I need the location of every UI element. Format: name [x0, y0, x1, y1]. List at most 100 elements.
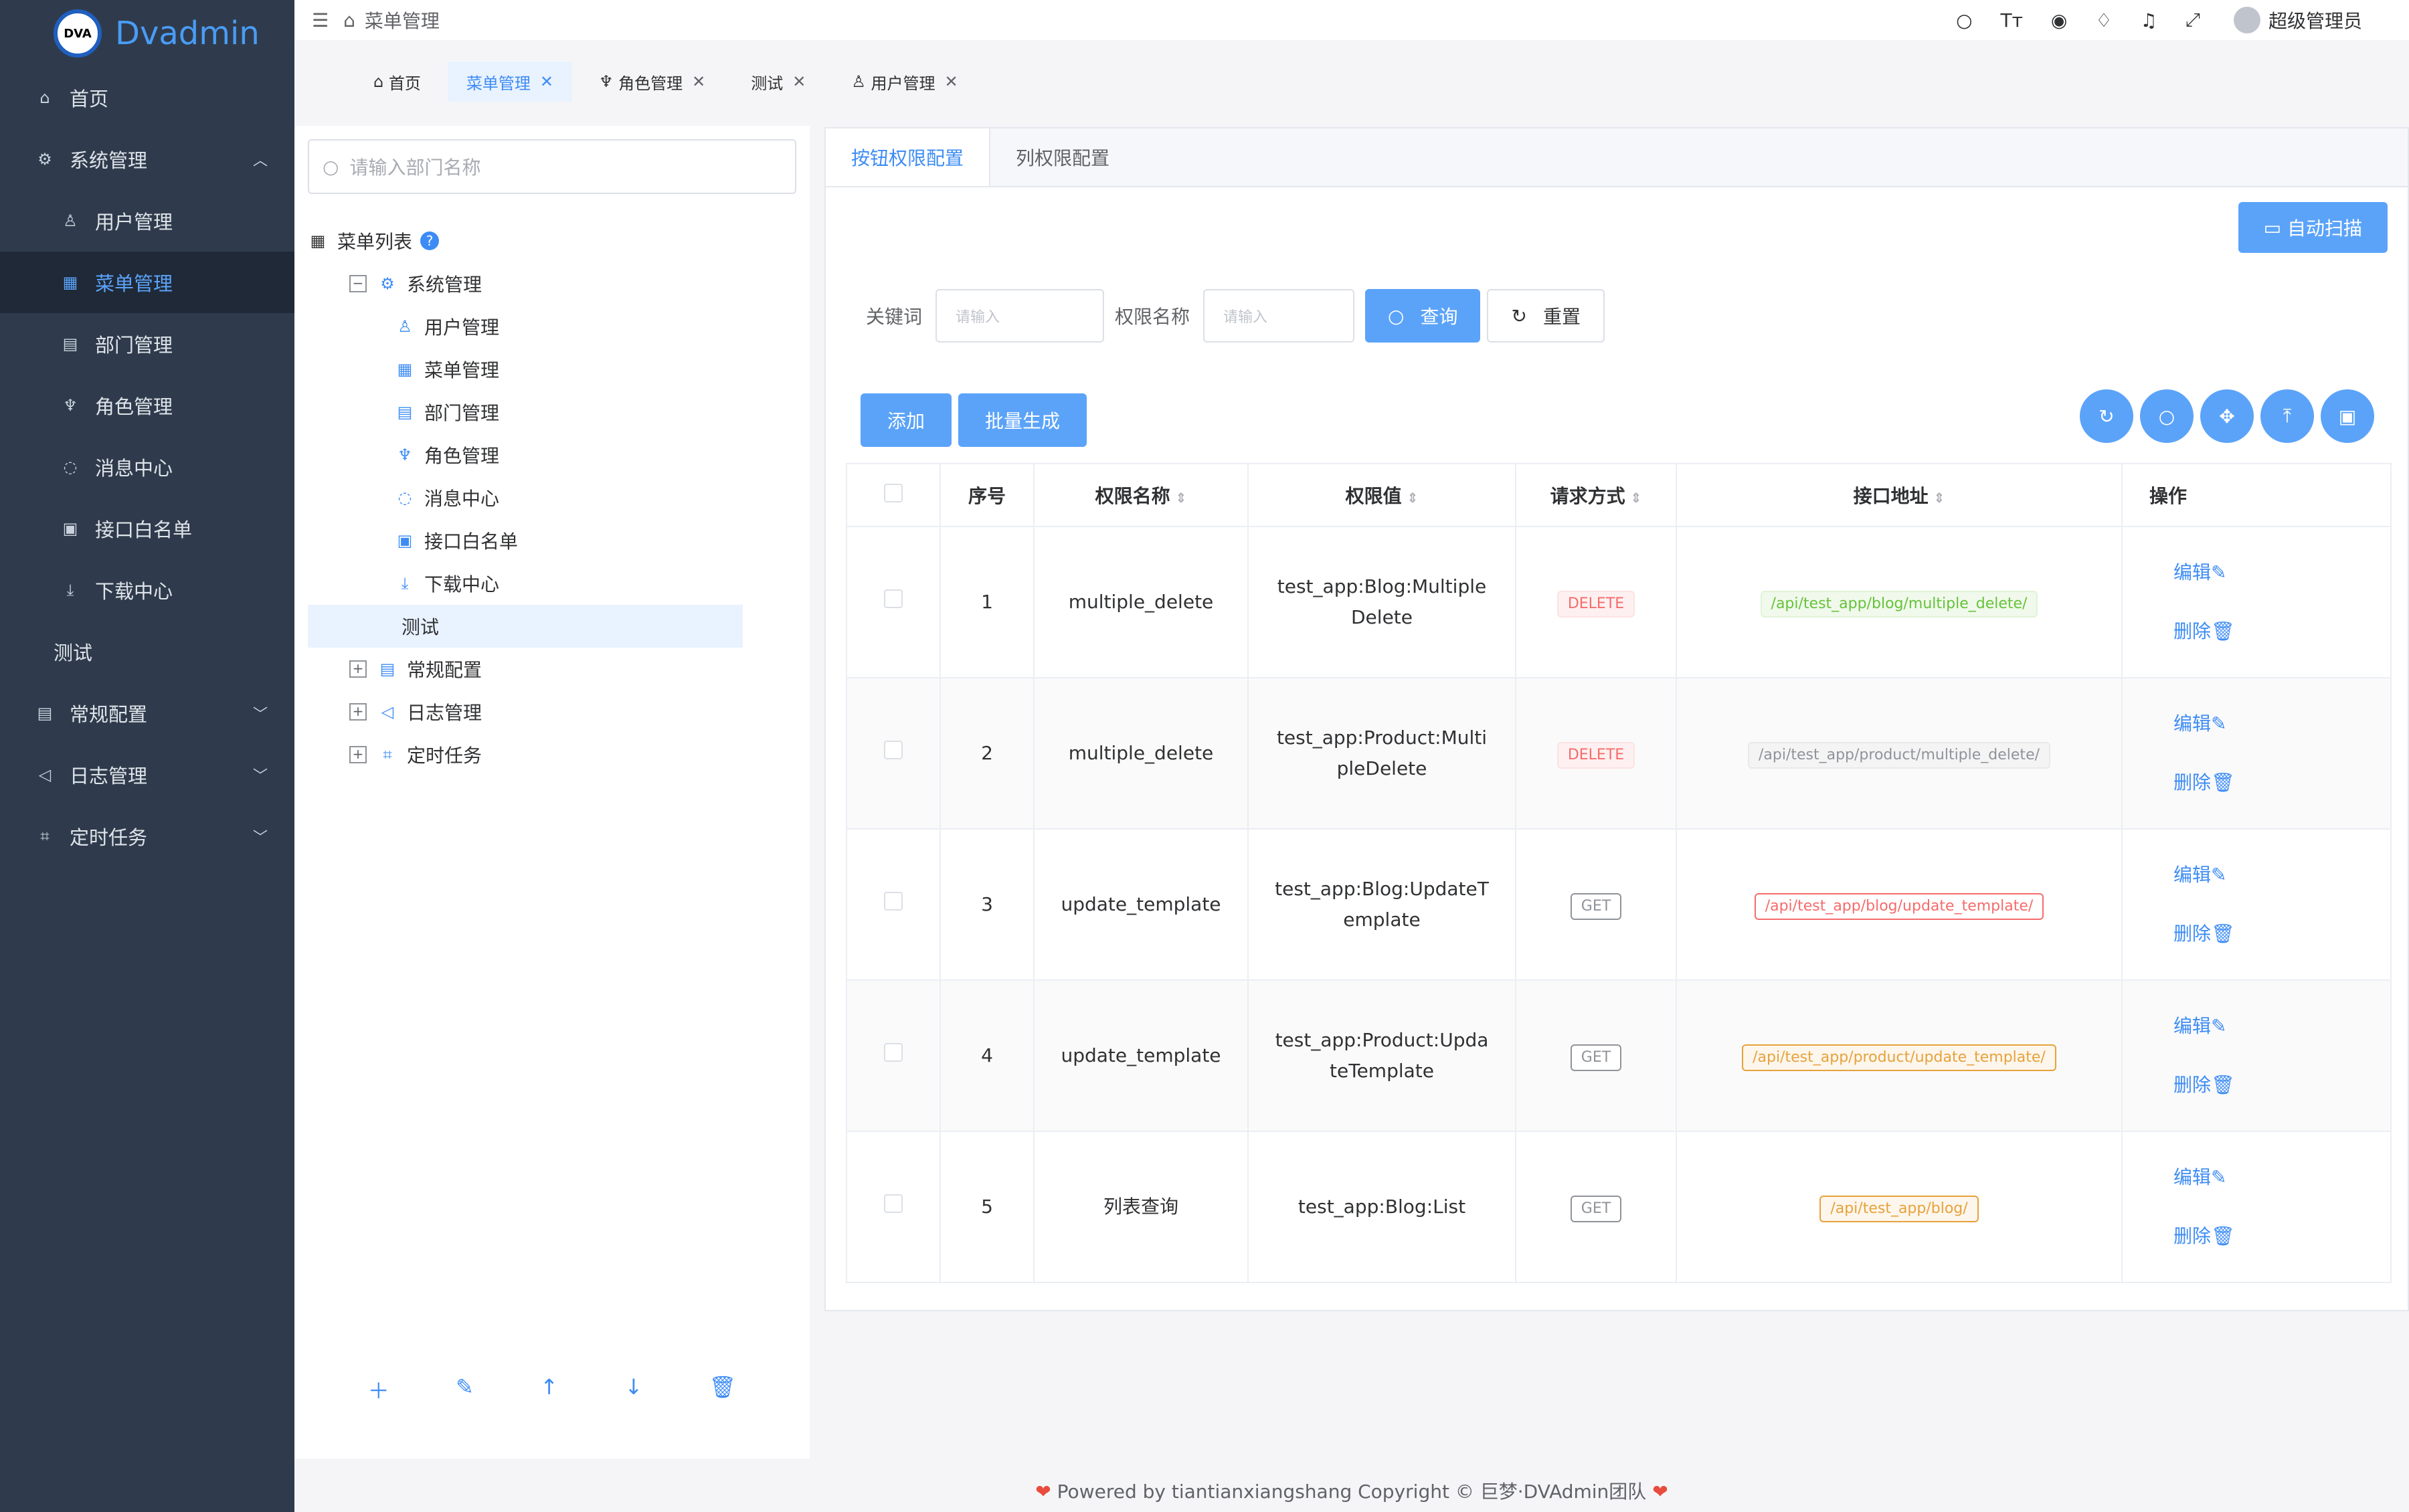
tree-node[interactable]: + ◁ 日志管理 [308, 690, 790, 733]
collapse-icon[interactable]: − [349, 275, 367, 292]
language-icon[interactable]: ◉ [2051, 9, 2067, 31]
tree-search-input[interactable]: ○ 请输入部门名称 [308, 139, 796, 194]
sort-icon[interactable]: ⇕ [1407, 490, 1419, 506]
tree-root[interactable]: ▦ 菜单列表? [308, 219, 790, 262]
reset-button[interactable]: ↻ 重置 [1487, 289, 1605, 343]
edit-link[interactable]: 编辑 ✎ [2173, 997, 2226, 1056]
hamburger-icon[interactable]: ☰ [312, 9, 329, 31]
tree-node[interactable]: + ⌗ 定时任务 [308, 733, 790, 776]
close-icon[interactable]: ✕ [692, 72, 705, 91]
edit-link[interactable]: 编辑 ✎ [2173, 543, 2226, 602]
table-row: 2 multiple_delete test_app:Product:Multi… [846, 677, 2392, 830]
tab-button-permission[interactable]: 按钮权限配置 [826, 128, 991, 186]
row-checkbox[interactable] [884, 1194, 903, 1213]
sort-icon[interactable]: ⇕ [1176, 490, 1187, 506]
delete-link[interactable]: 删除 🗑 [2173, 905, 2235, 963]
edit-link[interactable]: 编辑 ✎ [2173, 1148, 2226, 1207]
tree-node[interactable]: − ⚙ 系统管理 [308, 262, 790, 305]
sidebar-item-home[interactable]: ⌂ 首页 [0, 67, 294, 128]
close-icon[interactable]: ✕ [540, 72, 553, 91]
auto-scan-button[interactable]: ▭ 自动扫描 [2238, 202, 2388, 253]
delete-link[interactable]: 删除 🗑 [2173, 1207, 2235, 1266]
sidebar-item-logs[interactable]: ◁ 日志管理 ﹀ [0, 744, 294, 806]
keyword-input[interactable]: 请输入 [935, 289, 1105, 343]
tab-roles[interactable]: ♆ 角色管理 ✕ [580, 62, 724, 102]
row-checkbox[interactable] [884, 1043, 903, 1062]
column-header[interactable]: 接口地址 ⇕ [1676, 463, 2123, 527]
column-header[interactable]: 权限值 ⇕ [1247, 463, 1516, 527]
tab-label: 菜单管理 [466, 74, 531, 93]
breadcrumb[interactable]: 菜单管理 [365, 7, 440, 33]
tree-node[interactable]: ◌ 消息中心 [308, 476, 790, 519]
user-name[interactable]: 超级管理员 [2268, 7, 2362, 33]
tab-users[interactable]: ♙ 用户管理 ✕ [832, 62, 976, 102]
move-down-icon[interactable]: ↓ [624, 1374, 642, 1405]
tab-column-permission[interactable]: 列权限配置 [990, 128, 1135, 186]
sidebar-item-users[interactable]: ♙ 用户管理 [0, 190, 294, 252]
sidebar-item-menus[interactable]: ▦ 菜单管理 [0, 252, 294, 313]
refresh-icon[interactable]: ↻ [2080, 389, 2133, 443]
tree-node[interactable]: ♙ 用户管理 [308, 305, 790, 348]
tab-menus[interactable]: 菜单管理 ✕ [447, 62, 572, 102]
user-icon: ♙ [851, 72, 871, 91]
expand-icon[interactable]: + [349, 703, 367, 721]
export-icon[interactable]: ⤒ [2260, 389, 2314, 443]
close-icon[interactable]: ✕ [792, 72, 806, 91]
sidebar-item-messages[interactable]: ◌ 消息中心 [0, 436, 294, 498]
delete-link[interactable]: 删除 🗑 [2173, 753, 2235, 812]
row-select-cell [846, 1131, 941, 1283]
delete-link[interactable]: 删除 🗑 [2173, 1056, 2235, 1115]
sidebar-item-config[interactable]: ▤ 常规配置 ﹀ [0, 682, 294, 744]
help-icon[interactable]: ? [420, 231, 440, 250]
font-size-icon[interactable]: Tт [2001, 9, 2023, 31]
query-button[interactable]: ○ 查询 [1365, 289, 1481, 343]
permission-name-input[interactable]: 请输入 [1203, 289, 1355, 343]
edit-link[interactable]: 编辑 ✎ [2173, 846, 2226, 905]
save-icon[interactable]: ▣ [2321, 389, 2374, 443]
move-icon[interactable]: ✥ [2200, 389, 2254, 443]
edit-link[interactable]: 编辑 ✎ [2173, 694, 2226, 753]
column-header[interactable]: 请求方式 ⇕ [1515, 463, 1677, 527]
expand-icon[interactable]: + [349, 660, 367, 678]
theme-icon[interactable]: ♢ [2095, 9, 2112, 31]
tree-node-selected[interactable]: 测试 [308, 605, 743, 648]
sidebar-item-whitelist[interactable]: ▣ 接口白名单 [0, 498, 294, 559]
tab-test[interactable]: 测试 ✕ [732, 62, 824, 102]
delete-link[interactable]: 删除 🗑 [2173, 602, 2235, 661]
search-icon[interactable]: ○ [1956, 9, 1972, 31]
move-up-icon[interactable]: ↑ [540, 1374, 558, 1405]
tree-node[interactable]: ♆ 角色管理 [308, 434, 790, 476]
add-icon[interactable]: ＋ [368, 1374, 389, 1405]
sidebar-item-test[interactable]: 测试 [0, 621, 294, 682]
tree-node[interactable]: ⤓ 下载中心 [308, 562, 790, 605]
row-checkbox[interactable] [884, 892, 903, 911]
tree-node[interactable]: ▣ 接口白名单 [308, 519, 790, 562]
bell-icon[interactable]: ♫ [2140, 9, 2157, 31]
filter-bar: 关键词 请输入 权限名称 请输入 ○ 查询 ↻ 重置 [866, 289, 1605, 343]
batch-generate-button[interactable]: 批量生成 [958, 393, 1087, 447]
sidebar-item-roles[interactable]: ♆ 角色管理 [0, 375, 294, 436]
tree-node[interactable]: + ▤ 常规配置 [308, 648, 790, 690]
sidebar-item-system[interactable]: ⚙ 系统管理 ︿ [0, 128, 294, 190]
sidebar-item-tasks[interactable]: ⌗ 定时任务 ﹀ [0, 806, 294, 867]
sort-icon[interactable]: ⇕ [1934, 490, 1945, 506]
search-icon[interactable]: ○ [2140, 389, 2194, 443]
fullscreen-icon[interactable]: ⤢ [2185, 9, 2200, 31]
close-icon[interactable]: ✕ [945, 72, 958, 91]
tree-node[interactable]: ▦ 菜单管理 [308, 348, 790, 391]
expand-icon[interactable]: + [349, 746, 367, 763]
tree-node[interactable]: ▤ 部门管理 [308, 391, 790, 434]
select-all-checkbox[interactable] [884, 483, 903, 502]
column-header[interactable]: 权限名称 ⇕ [1033, 463, 1249, 527]
edit-icon[interactable]: ✎ [456, 1374, 474, 1405]
row-checkbox[interactable] [884, 589, 903, 608]
sidebar-item-downloads[interactable]: ⤓ 下载中心 [0, 559, 294, 621]
tab-home[interactable]: ⌂ 首页 [355, 62, 440, 102]
avatar[interactable] [2233, 7, 2260, 33]
sidebar-item-departments[interactable]: ▤ 部门管理 [0, 313, 294, 375]
add-button[interactable]: 添加 [861, 393, 952, 447]
row-checkbox[interactable] [884, 741, 903, 759]
sort-icon[interactable]: ⇕ [1631, 490, 1642, 506]
trash-icon[interactable]: 🗑 [709, 1374, 737, 1405]
logo[interactable]: DVA Dvadmin [0, 0, 294, 67]
